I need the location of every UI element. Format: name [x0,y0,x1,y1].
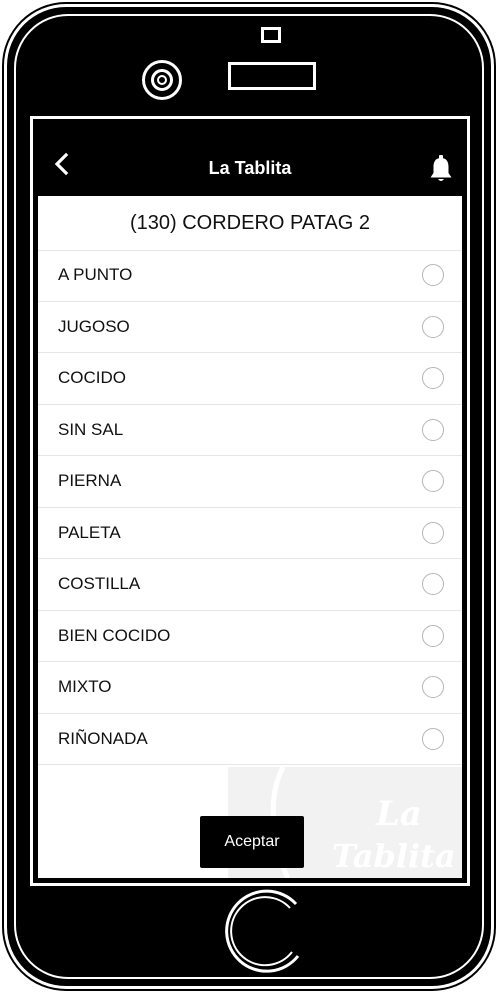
radio-button[interactable] [422,521,444,544]
app-header: La Tablita [38,124,462,196]
list-item[interactable]: PALETA [38,508,462,559]
radio-button[interactable] [422,573,444,596]
option-label: BIEN COCIDO [58,625,171,645]
radio-button[interactable] [422,676,444,699]
radio-button[interactable] [422,624,444,647]
option-label: PIERNA [58,471,122,491]
radio-button[interactable] [422,727,444,750]
options-list: A PUNTO JUGOSO COCIDO SIN SAL PIERNA PAL… [38,250,462,765]
list-item[interactable]: PIERNA [38,456,462,508]
accept-button[interactable]: Aceptar [200,816,304,868]
speaker-grille [228,62,316,90]
radio-button[interactable] [422,264,444,287]
app-screen: La Tablita (130) CORDERO PATAG 2 A PUNTO… [38,124,462,878]
radio-button[interactable] [422,418,444,441]
option-label: A PUNTO [58,265,133,285]
list-item[interactable]: RIÑONADA [38,714,462,765]
list-item[interactable]: MIXTO [38,662,462,714]
front-camera-icon [142,60,182,100]
list-item[interactable]: JUGOSO [38,302,462,353]
option-label: SIN SAL [58,419,124,439]
watermark-line-1: La [375,794,422,834]
radio-button[interactable] [422,315,444,338]
option-label: RIÑONADA [58,728,148,748]
option-label: COSTILLA [58,574,141,594]
home-button[interactable] [216,886,304,978]
list-item[interactable]: A PUNTO [38,250,462,302]
list-item[interactable]: COCIDO [38,353,462,405]
app-title: La Tablita [208,158,292,178]
list-item[interactable]: COSTILLA [38,559,462,611]
radio-button[interactable] [422,367,444,390]
bell-icon[interactable] [428,154,454,184]
list-item[interactable]: BIEN COCIDO [38,611,462,662]
option-label: COCIDO [58,368,126,388]
option-label: JUGOSO [58,316,130,336]
option-label: PALETA [58,522,121,542]
radio-button[interactable] [422,470,444,493]
watermark-line-2: Tablita [332,837,456,875]
option-label: MIXTO [58,677,112,697]
proximity-sensor [261,27,281,43]
product-title: (130) CORDERO PATAG 2 [38,196,462,251]
list-item[interactable]: SIN SAL [38,405,462,456]
